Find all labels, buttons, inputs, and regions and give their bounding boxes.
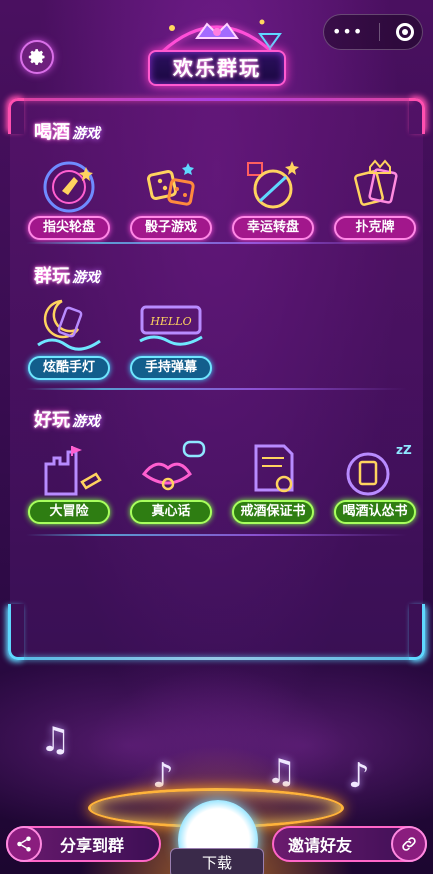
castle-icon	[28, 438, 110, 498]
section-title-sub: 游戏	[72, 126, 100, 142]
finger-wheel-icon	[28, 154, 110, 214]
section-title-main: 群玩	[34, 266, 70, 287]
section-title: 喝酒 游戏	[34, 118, 100, 144]
panel-corner	[8, 604, 24, 660]
game-phone-light[interactable]: 炫酷手灯	[28, 294, 110, 380]
panel-top-glow	[20, 98, 413, 101]
game-poker[interactable]: 扑克牌	[334, 154, 416, 240]
music-note-icon: ♫	[266, 752, 297, 792]
game-label: 指尖轮盘	[28, 216, 110, 240]
game-label: 大冒险	[28, 500, 110, 524]
section-title: 群玩 游戏	[34, 262, 100, 288]
music-note-icon: ♫	[40, 720, 71, 760]
panel-corner	[409, 604, 425, 660]
game-finger-roulette[interactable]: 指尖轮盘	[28, 154, 110, 240]
game-label: 扑克牌	[334, 216, 416, 240]
title-sign: 欢乐群玩	[142, 8, 292, 88]
game-label: 炫酷手灯	[28, 356, 110, 380]
panel-corner	[409, 98, 425, 134]
target-circle-icon[interactable]	[396, 23, 415, 41]
invite-label: 邀请好友	[288, 836, 353, 855]
game-label: 喝酒认怂书	[334, 500, 416, 524]
game-label: 戒酒保证书	[232, 500, 314, 524]
game-drinking-surrender[interactable]: zZZ 喝酒认怂书	[334, 438, 416, 524]
game-label: 手持弹幕	[130, 356, 212, 380]
mini-program-capsule: •••	[323, 14, 423, 50]
link-icon	[391, 826, 427, 862]
game-lucky-wheel[interactable]: 幸运转盘	[232, 154, 314, 240]
game-label: 幸运转盘	[232, 216, 314, 240]
more-dots-icon[interactable]: •••	[332, 24, 363, 40]
dice-icon	[130, 154, 212, 214]
settings-button[interactable]	[20, 40, 54, 74]
panel-corner	[8, 98, 24, 134]
game-handheld-danmaku[interactable]: HELLO 手持弹幕	[130, 294, 212, 380]
download-button[interactable]: 下载	[170, 848, 264, 874]
svg-text:zZZ: zZZ	[396, 443, 412, 457]
game-truth[interactable]: 真心话	[130, 438, 212, 524]
poker-cards-icon	[334, 154, 416, 214]
svg-text:HELLO: HELLO	[149, 315, 191, 328]
certificate-icon	[232, 438, 314, 498]
section-title-main: 喝酒	[34, 122, 70, 143]
game-label: 真心话	[130, 500, 212, 524]
sleepy-beer-icon: zZZ	[334, 438, 416, 498]
section-divider	[26, 388, 407, 390]
section-title-sub: 游戏	[72, 414, 100, 430]
lips-speech-icon	[130, 438, 212, 498]
section-divider	[26, 534, 407, 536]
game-dare[interactable]: 大冒险	[28, 438, 110, 524]
section-title-main: 好玩	[34, 410, 70, 431]
invite-friends-button[interactable]: 邀请好友	[272, 826, 427, 862]
game-dice[interactable]: 骰子游戏	[130, 154, 212, 240]
page-title: 欢乐群玩	[148, 50, 286, 86]
games-panel: 喝酒 游戏 指尖轮盘 骰子游戏 幸运转盘 扑克牌 群玩 游戏 炫酷手灯 HELL…	[8, 98, 425, 660]
section-divider	[26, 242, 407, 244]
share-label: 分享到群	[60, 836, 125, 855]
capsule-divider	[379, 23, 381, 41]
led-sign-icon: HELLO	[130, 294, 212, 354]
section-title: 好玩 游戏	[34, 406, 100, 432]
gear-icon	[28, 49, 45, 65]
game-label: 骰子游戏	[130, 216, 212, 240]
share-icon	[6, 826, 42, 862]
game-quit-drinking-pledge[interactable]: 戒酒保证书	[232, 438, 314, 524]
phone-light-icon	[28, 294, 110, 354]
lucky-wheel-icon	[232, 154, 314, 214]
music-note-icon: ♪	[348, 756, 370, 796]
section-title-sub: 游戏	[72, 270, 100, 286]
share-to-group-button[interactable]: 分享到群	[6, 826, 161, 862]
